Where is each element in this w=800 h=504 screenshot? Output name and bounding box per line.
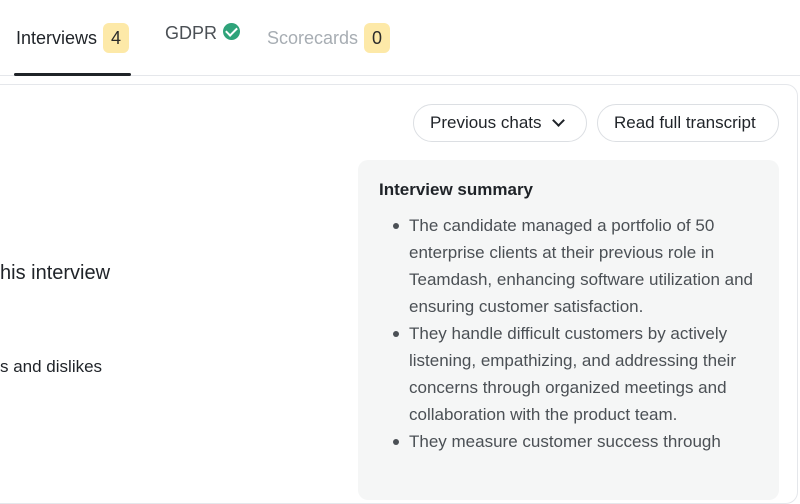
tab-gdpr[interactable]: GDPR [165,0,241,74]
read-full-transcript-label: Read full transcript [614,113,756,132]
scorecards-count-badge: 0 [364,23,391,53]
chevron-down-icon [551,113,565,127]
active-tab-indicator [14,73,132,76]
tab-gdpr-label: GDPR [165,23,218,43]
tab-bar: Interviews 4 GDPR Scorecards 0 [0,0,800,76]
summary-item: The candidate managed a portfolio of 50 … [390,212,760,320]
interviews-count-badge: 4 [103,23,130,53]
interview-summary-card: Interview summary The candidate managed … [358,160,779,500]
summary-list: The candidate managed a portfolio of 50 … [390,212,760,455]
summary-title: Interview summary [379,180,534,199]
previous-chats-label: Previous chats [430,113,542,132]
summary-item: They measure customer success through [390,428,760,455]
tab-interviews-label: Interviews [16,28,98,48]
previous-chats-button[interactable]: Previous chats [413,104,587,142]
interview-question-text: his interview [0,262,111,284]
tab-scorecards[interactable]: Scorecards 0 [267,0,391,76]
summary-item: They handle difficult customers by activ… [390,320,760,428]
check-circle-icon [223,23,241,40]
tab-scorecards-label: Scorecards [267,28,359,48]
interview-question-text-2: s and dislikes [0,357,103,376]
read-full-transcript-button[interactable]: Read full transcript [597,104,779,142]
tab-interviews[interactable]: Interviews 4 [14,0,132,76]
